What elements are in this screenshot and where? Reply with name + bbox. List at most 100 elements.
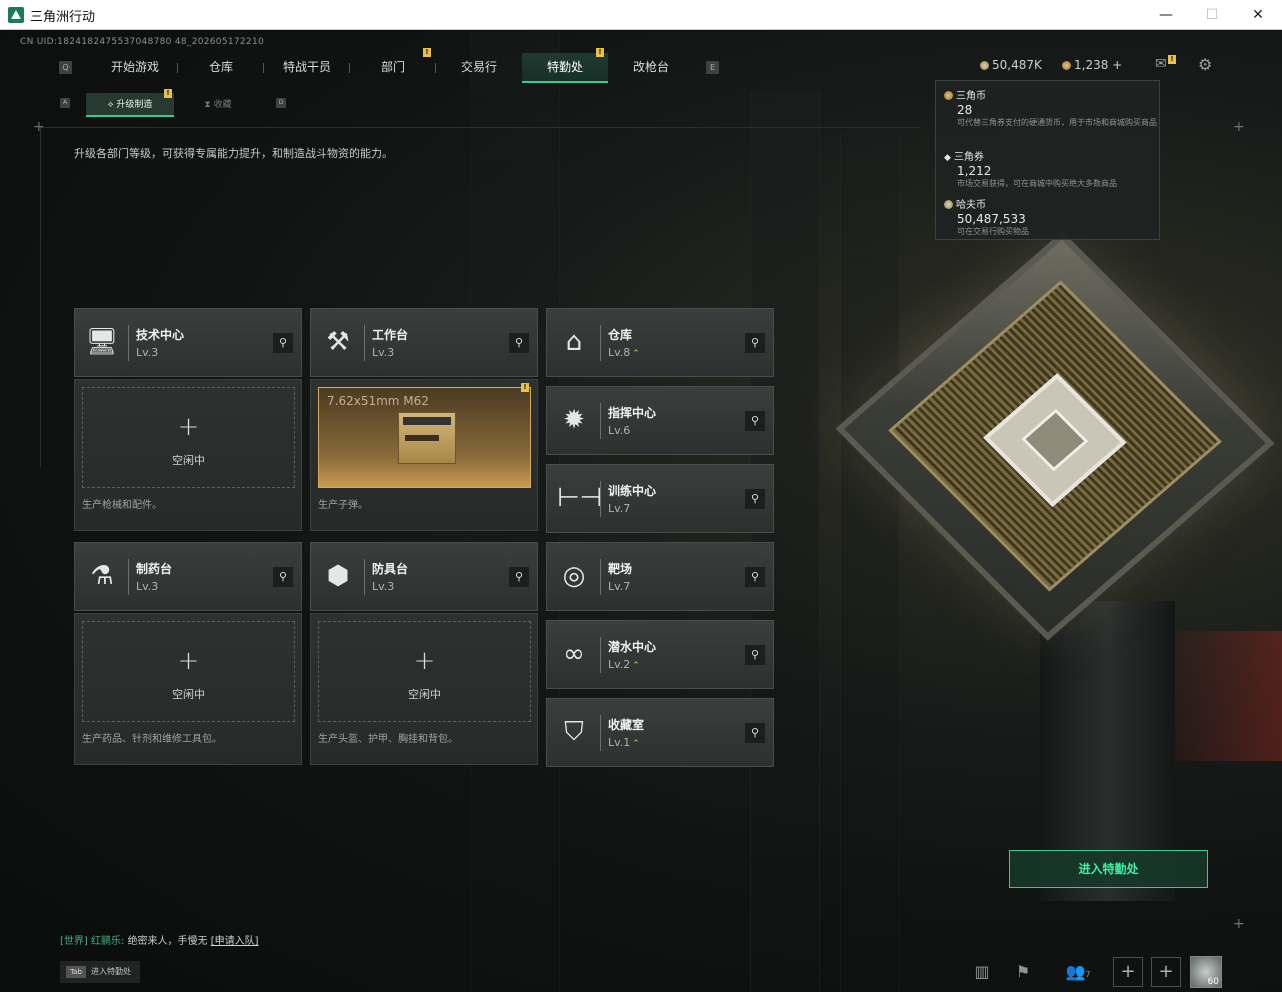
tab-key: Tab bbox=[66, 966, 86, 978]
upgrade-available-icon: ⌃ bbox=[632, 349, 640, 359]
divider bbox=[364, 559, 365, 595]
magnifier-icon[interactable]: ⚲ bbox=[273, 333, 293, 353]
collection-icon: ⛉ bbox=[564, 717, 584, 747]
department-card-tech[interactable]: 🖥 技术中心 Lv.3 ⚲ bbox=[74, 308, 302, 377]
magnifier-icon[interactable]: ⚲ bbox=[745, 333, 765, 353]
subtab-collection[interactable]: ⧗ 收藏 bbox=[174, 93, 262, 117]
department-level: Lv.3 bbox=[136, 346, 159, 359]
target-icon: ◎ bbox=[562, 561, 586, 591]
product-alert-badge: ! bbox=[521, 383, 529, 392]
flag-icon[interactable]: ⚑ bbox=[1008, 957, 1038, 987]
subtab-upgrade-craft[interactable]: ⟡ 升级制造 bbox=[86, 93, 174, 117]
mail-alert-badge: ! bbox=[1168, 55, 1176, 64]
microscope-icon: ⚗ bbox=[90, 561, 114, 591]
magnifier-icon[interactable]: ⚲ bbox=[745, 723, 765, 743]
department-card-workbench[interactable]: ⚒ 工作台 Lv.3 ⚲ bbox=[310, 308, 538, 377]
enter-special-ops-button[interactable]: 进入特勤处 bbox=[1009, 850, 1208, 888]
special-ops-alert-badge: ! bbox=[596, 48, 604, 57]
empty-slot[interactable]: + 空闲中 bbox=[82, 387, 295, 488]
slot-status: 空闲中 bbox=[408, 688, 441, 701]
magnifier-icon[interactable]: ⚲ bbox=[745, 411, 765, 431]
tri-coin-balance[interactable]: 1,238 + bbox=[1062, 58, 1122, 72]
department-card-pharma[interactable]: ⚗ 制药台 Lv.3 ⚲ bbox=[74, 542, 302, 611]
mail-icon[interactable]: ✉ bbox=[1155, 56, 1167, 72]
tooltip-item: ◆ 三角券 1,212 市场交易获得，可在商城中购买绝大多数商品 bbox=[944, 152, 1117, 188]
hourglass-icon: ⧗ bbox=[204, 100, 214, 110]
tab-gunsmith[interactable]: 改枪台 bbox=[608, 53, 694, 83]
tab-hint[interactable]: Tab 进入特勤处 bbox=[60, 961, 140, 983]
nav-prev-key[interactable]: Q bbox=[59, 61, 72, 74]
diving-goggles-icon: ∞ bbox=[563, 639, 585, 669]
stats-icon[interactable]: ▥ bbox=[967, 957, 997, 987]
empty-slot[interactable]: + 空闲中 bbox=[318, 621, 531, 722]
tab-department[interactable]: 部门 bbox=[350, 53, 436, 83]
app-icon bbox=[8, 7, 24, 23]
user-uid: CN UID:1824182475537048780 48_2026051722… bbox=[20, 37, 265, 47]
magnifier-icon[interactable]: ⚲ bbox=[509, 567, 529, 587]
haf-coin-balance[interactable]: 50,487K bbox=[980, 58, 1042, 72]
window-titlebar: 三角洲行动 — ☐ ✕ bbox=[0, 0, 1282, 30]
settings-gear-icon[interactable]: ⚙ bbox=[1198, 55, 1212, 74]
sub-nav: ⟡ 升级制造 ⧗ 收藏 bbox=[86, 93, 262, 117]
tri-coin-icon bbox=[944, 91, 953, 100]
product-card[interactable]: 7.62x51mm M62 bbox=[318, 387, 531, 488]
department-alert-badge: ! bbox=[423, 48, 431, 57]
divider bbox=[600, 403, 601, 439]
department-card-command[interactable]: ✹ 指挥中心 Lv.6 ⚲ bbox=[546, 386, 774, 455]
boxes-icon: ⬢ bbox=[326, 561, 350, 591]
magnifier-icon[interactable]: ⚲ bbox=[745, 645, 765, 665]
plus-icon: + bbox=[413, 646, 436, 676]
slot-status: 空闲中 bbox=[172, 454, 205, 467]
minimize-button[interactable]: — bbox=[1143, 0, 1189, 30]
department-name: 训练中心 bbox=[608, 484, 657, 498]
tab-trading[interactable]: 交易行 bbox=[436, 53, 522, 83]
add-teammate-button[interactable]: + bbox=[1151, 957, 1181, 987]
tab-warehouse[interactable]: 仓库 bbox=[178, 53, 264, 83]
craft-alert-badge: ! bbox=[164, 89, 172, 98]
magnifier-icon[interactable]: ⚲ bbox=[273, 567, 293, 587]
department-card-warehouse[interactable]: ⌂ 仓库 Lv.8 ⌃ ⚲ bbox=[546, 308, 774, 377]
subnav-prev-key[interactable]: A bbox=[60, 98, 70, 108]
haf-coin-icon bbox=[944, 200, 953, 209]
background-column bbox=[750, 91, 820, 991]
join-team-link[interactable]: [申请入队] bbox=[211, 936, 259, 947]
slot-description: 生产药品、针剂和维修工具包。 bbox=[82, 734, 222, 745]
divider bbox=[600, 481, 601, 517]
department-level: Lv.2 ⌃ bbox=[608, 658, 640, 671]
pharma-production-slot[interactable]: + 空闲中 生产药品、针剂和维修工具包。 bbox=[74, 613, 302, 765]
corner-marker: + bbox=[33, 119, 45, 135]
tech-production-slot[interactable]: + 空闲中 生产枪械和配件。 bbox=[74, 379, 302, 531]
department-card-diving[interactable]: ∞ 潜水中心 Lv.2 ⌃ ⚲ bbox=[546, 620, 774, 689]
armor-production-slot[interactable]: + 空闲中 生产头盔、护甲、胸挂和背包。 bbox=[310, 613, 538, 765]
department-name: 仓库 bbox=[608, 328, 633, 342]
department-level: Lv.8 ⌃ bbox=[608, 346, 640, 359]
department-level: Lv.3 bbox=[372, 346, 395, 359]
department-card-collection[interactable]: ⛉ 收藏室 Lv.1 ⌃ ⚲ bbox=[546, 698, 774, 767]
tab-special-ops[interactable]: 特勤处 bbox=[522, 53, 608, 83]
magnifier-icon[interactable]: ⚲ bbox=[745, 489, 765, 509]
workbench-production-slot[interactable]: 7.62x51mm M62 ! 生产子弹。 bbox=[310, 379, 538, 531]
tab-operators[interactable]: 特战干员 bbox=[264, 53, 350, 83]
department-card-training[interactable]: ⊢⊣ 训练中心 Lv.7 ⚲ bbox=[546, 464, 774, 533]
add-currency-button[interactable]: + bbox=[1112, 58, 1122, 72]
department-card-armor[interactable]: ⬢ 防具台 Lv.3 ⚲ bbox=[310, 542, 538, 611]
product-name: 7.62x51mm M62 bbox=[327, 394, 429, 408]
nav-next-key[interactable]: E bbox=[706, 61, 719, 74]
close-button[interactable]: ✕ bbox=[1235, 0, 1281, 30]
magnifier-icon[interactable]: ⚲ bbox=[509, 333, 529, 353]
tools-icon: ⚒ bbox=[326, 327, 350, 357]
avatar[interactable]: 60 bbox=[1190, 956, 1222, 988]
add-teammate-button[interactable]: + bbox=[1113, 957, 1143, 987]
department-level: Lv.7 bbox=[608, 580, 631, 593]
dumbbell-icon: ⊢⊣ bbox=[557, 483, 603, 513]
tab-start-game[interactable]: 开始游戏 bbox=[92, 53, 178, 83]
plus-icon: + bbox=[177, 412, 200, 442]
magnifier-icon[interactable]: ⚲ bbox=[745, 567, 765, 587]
maximize-button[interactable]: ☐ bbox=[1189, 0, 1235, 30]
empty-slot[interactable]: + 空闲中 bbox=[82, 621, 295, 722]
subnav-next-key[interactable]: D bbox=[276, 98, 286, 108]
department-card-range[interactable]: ◎ 靶场 Lv.7 ⚲ bbox=[546, 542, 774, 611]
divider bbox=[128, 559, 129, 595]
friends-button[interactable]: 👥7 bbox=[1058, 957, 1098, 987]
plus-icon: + bbox=[177, 646, 200, 676]
